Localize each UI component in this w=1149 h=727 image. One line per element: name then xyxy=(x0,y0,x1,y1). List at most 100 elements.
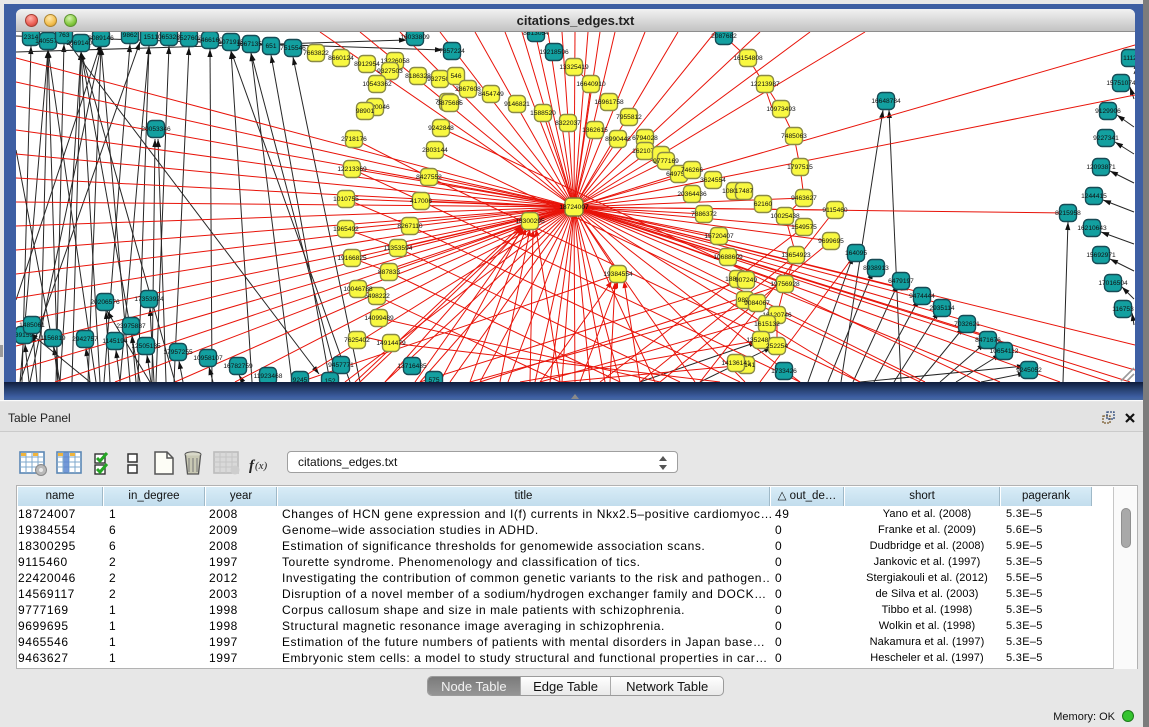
svg-text:7857224: 7857224 xyxy=(439,48,465,55)
svg-text:10688609: 10688609 xyxy=(713,254,743,261)
svg-text:907249: 907249 xyxy=(735,277,757,284)
svg-text:1156819: 1156819 xyxy=(40,335,66,342)
svg-text:15692971: 15692971 xyxy=(1086,252,1116,259)
svg-text:20364436: 20364436 xyxy=(677,191,707,198)
svg-text:7515546: 7515546 xyxy=(280,45,306,52)
svg-text:8660124: 8660124 xyxy=(328,55,354,62)
svg-text:8427552: 8427552 xyxy=(416,174,442,181)
svg-text:2935114: 2935114 xyxy=(929,305,955,312)
svg-text:9245052: 9245052 xyxy=(1016,367,1042,374)
svg-text:1362615: 1362615 xyxy=(582,127,608,134)
svg-text:9457771: 9457771 xyxy=(328,362,354,369)
svg-text:19756928: 19756928 xyxy=(770,281,800,288)
svg-text:8938913: 8938913 xyxy=(863,265,889,272)
svg-text:651: 651 xyxy=(265,43,276,50)
svg-text:13716485: 13716485 xyxy=(397,363,427,370)
svg-text:1588520: 1588520 xyxy=(530,110,556,117)
svg-text:252254: 252254 xyxy=(766,343,788,350)
svg-text:16640910: 16640910 xyxy=(576,81,606,88)
svg-text:8813054: 8813054 xyxy=(523,32,549,37)
svg-text:8267110: 8267110 xyxy=(397,223,423,230)
svg-text:8322037: 8322037 xyxy=(555,120,581,127)
svg-text:14099489: 14099489 xyxy=(364,315,394,322)
svg-text:1145194: 1145194 xyxy=(102,338,128,345)
svg-text:15751074: 15751074 xyxy=(1106,80,1135,87)
svg-text:164095: 164095 xyxy=(845,250,867,257)
svg-text:1112: 1112 xyxy=(1123,55,1135,62)
svg-text:9115460: 9115460 xyxy=(822,207,848,214)
svg-text:9084067: 9084067 xyxy=(744,300,770,307)
svg-text:14914479: 14914479 xyxy=(376,340,406,347)
svg-text:1244415: 1244415 xyxy=(1081,193,1107,200)
svg-text:20206576: 20206576 xyxy=(90,299,120,306)
svg-text:10958107: 10958107 xyxy=(193,355,223,362)
svg-text:7663822: 7663822 xyxy=(303,50,329,57)
svg-text:9327503: 9327503 xyxy=(377,68,403,75)
svg-text:19218506: 19218506 xyxy=(539,49,569,56)
svg-text:17957255: 17957255 xyxy=(163,349,193,356)
svg-text:2089146: 2089146 xyxy=(88,35,114,42)
svg-text:9129906: 9129906 xyxy=(1095,108,1121,115)
svg-text:2942757: 2942757 xyxy=(72,336,98,343)
svg-text:(x): (x) xyxy=(255,460,268,472)
svg-text:2803144: 2803144 xyxy=(422,147,448,154)
svg-text:116753: 116753 xyxy=(1112,306,1134,313)
svg-text:9862: 9862 xyxy=(123,32,138,39)
svg-text:9463627: 9463627 xyxy=(791,195,817,202)
svg-text:7955812: 7955812 xyxy=(616,114,642,121)
svg-text:7485063: 7485063 xyxy=(781,133,807,140)
svg-text:1615132: 1615132 xyxy=(754,321,780,328)
svg-text:1485061: 1485061 xyxy=(19,322,45,329)
svg-text:1733426: 1733426 xyxy=(771,368,797,375)
svg-text:16648784: 16648784 xyxy=(871,98,901,105)
svg-text:9146821: 9146821 xyxy=(504,101,530,108)
svg-text:6794028: 6794028 xyxy=(632,135,658,142)
svg-text:13325419: 13325419 xyxy=(559,64,589,71)
svg-text:11353594: 11353594 xyxy=(384,245,413,252)
svg-text:575: 575 xyxy=(428,377,439,382)
svg-text:763: 763 xyxy=(58,32,69,39)
svg-text:8454749: 8454749 xyxy=(478,91,504,98)
svg-text:9474444: 9474444 xyxy=(909,293,935,300)
svg-text:7886372: 7886372 xyxy=(691,211,717,218)
svg-text:98901: 98901 xyxy=(356,108,375,115)
svg-text:23975887: 23975887 xyxy=(116,323,146,330)
svg-text:152: 152 xyxy=(324,378,335,382)
svg-text:6479197: 6479197 xyxy=(888,278,914,285)
svg-text:17016504: 17016504 xyxy=(1098,280,1128,287)
svg-text:17353924: 17353924 xyxy=(134,296,164,303)
svg-text:7625402: 7625402 xyxy=(344,337,370,344)
svg-text:10025438: 10025438 xyxy=(770,213,800,220)
svg-text:9227341: 9227341 xyxy=(1093,135,1119,142)
svg-text:10046788: 10046788 xyxy=(343,286,373,293)
svg-text:3624554: 3624554 xyxy=(700,177,726,184)
svg-text:20053346: 20053346 xyxy=(141,126,171,133)
svg-text:18724007: 18724007 xyxy=(559,204,589,211)
svg-text:8912954: 8912954 xyxy=(354,61,380,68)
svg-text:19166825: 19166825 xyxy=(337,255,367,262)
svg-text:12213987: 12213987 xyxy=(750,81,780,88)
svg-text:746266: 746266 xyxy=(681,167,703,174)
svg-text:10973493: 10973493 xyxy=(766,106,796,113)
svg-text:1549575: 1549575 xyxy=(791,224,817,231)
svg-text:17487: 17487 xyxy=(735,188,754,195)
svg-text:18300295: 18300295 xyxy=(515,218,545,225)
svg-text:14136141: 14136141 xyxy=(721,360,751,367)
svg-text:8215958: 8215958 xyxy=(1055,210,1081,217)
svg-text:9242848: 9242848 xyxy=(428,125,454,132)
svg-text:2087682: 2087682 xyxy=(711,33,737,40)
svg-text:9777169: 9777169 xyxy=(653,158,679,165)
svg-text:9699695: 9699695 xyxy=(818,238,844,245)
svg-text:13654923: 13654923 xyxy=(781,252,811,259)
svg-text:1010755: 1010755 xyxy=(333,196,359,203)
svg-text:417006: 417006 xyxy=(410,198,432,205)
svg-text:1965492: 1965492 xyxy=(333,226,359,233)
svg-text:16210643: 16210643 xyxy=(1077,225,1107,232)
svg-text:10671355: 10671355 xyxy=(236,41,266,48)
svg-text:11923468: 11923468 xyxy=(254,373,283,380)
svg-text:16961758: 16961758 xyxy=(594,99,624,106)
svg-text:19384554: 19384554 xyxy=(603,271,633,278)
svg-text:9245: 9245 xyxy=(293,377,308,382)
svg-text:546: 546 xyxy=(450,73,461,80)
svg-text:15720407: 15720407 xyxy=(704,233,734,240)
